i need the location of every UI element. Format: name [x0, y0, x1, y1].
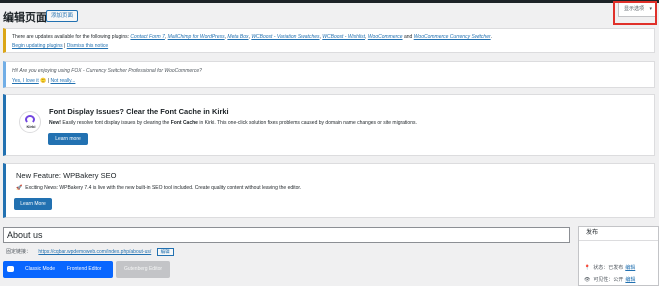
status-row: 📍 状态：已发布 编辑: [584, 265, 636, 271]
visibility-edit-link[interactable]: 编辑: [625, 277, 635, 283]
gutenberg-editor-button[interactable]: Gutenberg Editor: [116, 261, 170, 278]
frontend-editor-button[interactable]: Frontend Editor: [67, 261, 101, 278]
visibility-row: 👁 可见性：公开 编辑: [584, 277, 636, 283]
page-title: 编辑页面: [3, 12, 47, 24]
wpbakery-seo-notice: New Feature: WPBakery SEO 🚀 Exciting News…: [3, 163, 655, 218]
fox-actions: Yes, I love it 🙂 | Not really...: [12, 78, 76, 84]
update-notice-actions: Begin updating plugins | Dismiss this no…: [12, 43, 109, 49]
plugin-link[interactable]: WooCommerce Currency Switcher: [414, 34, 491, 40]
update-notice-text: There are updates available for the foll…: [12, 34, 493, 40]
dismiss-notice-link[interactable]: Dismiss this notice: [67, 43, 108, 49]
not-really-link[interactable]: Not really...: [51, 78, 76, 84]
kirki-logo-icon: Kirki: [19, 111, 41, 133]
plugin-link[interactable]: WooCommerce: [368, 34, 403, 40]
add-new-page-button[interactable]: 添加页面: [46, 10, 79, 22]
smile-emoji-icon: 🙂: [40, 78, 47, 84]
plugin-link[interactable]: WCBoost - Wishlist: [322, 34, 365, 40]
publish-box: 发布 📍 状态：已发布 编辑 👁 可见性：公开 编辑: [578, 226, 659, 286]
yes-love-it-link[interactable]: Yes, I love it: [12, 78, 39, 84]
plugin-link[interactable]: WCBoost - Variation Swatches: [251, 34, 319, 40]
permalink-label: 固定链接：: [6, 249, 32, 255]
admin-bar: [0, 0, 659, 3]
wpbakery-editor-bar: Classic Mode Frontend Editor: [3, 261, 113, 278]
wpbakery-learn-more-button[interactable]: Learn More: [14, 198, 52, 210]
eye-icon: 👁: [584, 277, 591, 283]
wpbakery-notice-title: New Feature: WPBakery SEO: [16, 171, 117, 180]
rocket-icon: 🚀: [16, 185, 23, 191]
wpbakery-logo-icon: [7, 266, 14, 272]
post-title-input[interactable]: About us: [3, 227, 570, 243]
permalink-url-link[interactable]: https://cqbar.wpdemoweb.com/index.php/ab…: [38, 249, 151, 255]
plugin-link[interactable]: Contact Form 7: [130, 34, 164, 40]
kirki-notice-title: Font Display Issues? Clear the Font Cach…: [49, 107, 229, 116]
status-edit-link[interactable]: 编辑: [625, 265, 635, 271]
plugin-link[interactable]: Meta Box: [227, 34, 248, 40]
plugin-link[interactable]: MailChimp for WordPress: [168, 34, 225, 40]
wpbakery-notice-description: 🚀 Exciting News: WPBakery 7.4 is live wit…: [16, 185, 302, 191]
kirki-learn-more-button[interactable]: Learn more: [48, 133, 88, 145]
permalink-row: 固定链接： https://cqbar.wpdemoweb.com/index.…: [6, 248, 174, 256]
permalink-edit-button[interactable]: 编辑: [156, 248, 174, 256]
publish-box-header[interactable]: 发布: [579, 227, 658, 241]
kirki-font-cache-notice: Kirki Font Display Issues? Clear the Fon…: [3, 94, 655, 156]
fox-feedback-notice: Hi! Are you enjoying using FOX - Currenc…: [3, 61, 655, 88]
caret-down-icon: ▾: [649, 6, 652, 12]
classic-mode-button[interactable]: Classic Mode: [25, 261, 55, 278]
kirki-notice-description: New! Easily resolve font display issues …: [49, 120, 417, 126]
pin-icon: 📍: [584, 265, 591, 271]
plugin-update-notice: There are updates available for the foll…: [3, 28, 655, 53]
screen-options-label: 显示选项: [624, 6, 645, 12]
begin-updating-link[interactable]: Begin updating plugins: [12, 43, 63, 49]
screen-options-button[interactable]: 显示选项 ▾: [618, 3, 656, 17]
fox-question: Hi! Are you enjoying using FOX - Currenc…: [12, 68, 202, 74]
